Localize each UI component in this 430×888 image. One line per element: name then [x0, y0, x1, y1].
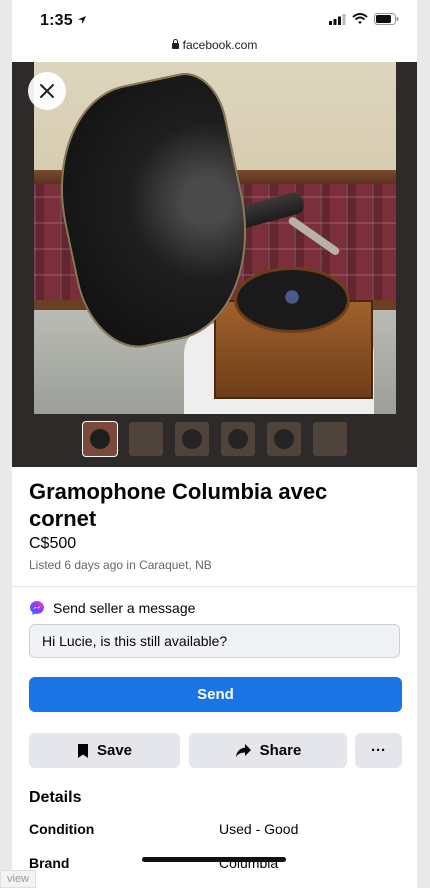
send-button[interactable]: Send: [29, 677, 402, 712]
details-heading: Details: [29, 789, 82, 806]
gramophone-record: [234, 267, 350, 333]
detail-value-condition: Used - Good: [219, 821, 299, 837]
thumbnail[interactable]: [128, 422, 163, 456]
thumbnail[interactable]: [266, 422, 301, 456]
thumbnail[interactable]: [82, 422, 117, 456]
view-tag: view: [0, 870, 37, 888]
lock-icon: [171, 39, 179, 49]
divider: [12, 586, 417, 587]
url-bar[interactable]: facebook.com: [12, 38, 417, 52]
save-button[interactable]: Save: [29, 733, 180, 768]
photo-viewer[interactable]: [12, 62, 417, 467]
thumbnail[interactable]: [174, 422, 209, 456]
thumbnail-image: [273, 429, 294, 449]
thumbnail-image: [181, 429, 202, 449]
status-bar: 1:35: [12, 0, 417, 40]
location-arrow-icon: [78, 16, 87, 24]
message-header-label: Send seller a message: [53, 600, 196, 616]
thumbnail-image: [89, 429, 110, 449]
share-arrow-icon: [235, 744, 251, 757]
wifi-icon: [352, 13, 368, 24]
listing-photo: [34, 62, 396, 414]
thumbnail[interactable]: [312, 422, 347, 456]
message-input[interactable]: [29, 624, 400, 658]
save-label: Save: [96, 742, 133, 759]
phone-screen: 1:35 facebook.com Gramophone Columbia av…: [12, 0, 417, 888]
close-button[interactable]: [28, 72, 66, 110]
detail-label-brand: Brand: [29, 855, 70, 871]
message-header: Send seller a message: [29, 600, 195, 616]
more-icon: ···: [371, 742, 386, 759]
share-button[interactable]: Share: [189, 733, 347, 768]
status-time: 1:35: [40, 12, 87, 30]
detail-label-condition: Condition: [29, 821, 95, 837]
more-button[interactable]: ···: [355, 733, 402, 768]
thumbnail[interactable]: [220, 422, 255, 456]
battery-icon: [374, 13, 399, 25]
messenger-icon: [30, 601, 44, 615]
listing-price: C$500: [29, 535, 77, 552]
listing-title: Gramophone Columbia avec cornet: [29, 479, 328, 531]
status-icons: [329, 13, 399, 25]
bookmark-icon: [77, 743, 88, 758]
close-icon: [40, 84, 54, 98]
thumbnail-strip: [12, 422, 417, 460]
home-indicator[interactable]: [142, 857, 286, 862]
thumbnail-image: [227, 429, 248, 449]
listing-meta: Listed 6 days ago in Caraquet, NB: [29, 558, 212, 572]
url-text: facebook.com: [182, 38, 258, 52]
signal-icon: [329, 13, 346, 25]
share-label: Share: [259, 742, 302, 759]
